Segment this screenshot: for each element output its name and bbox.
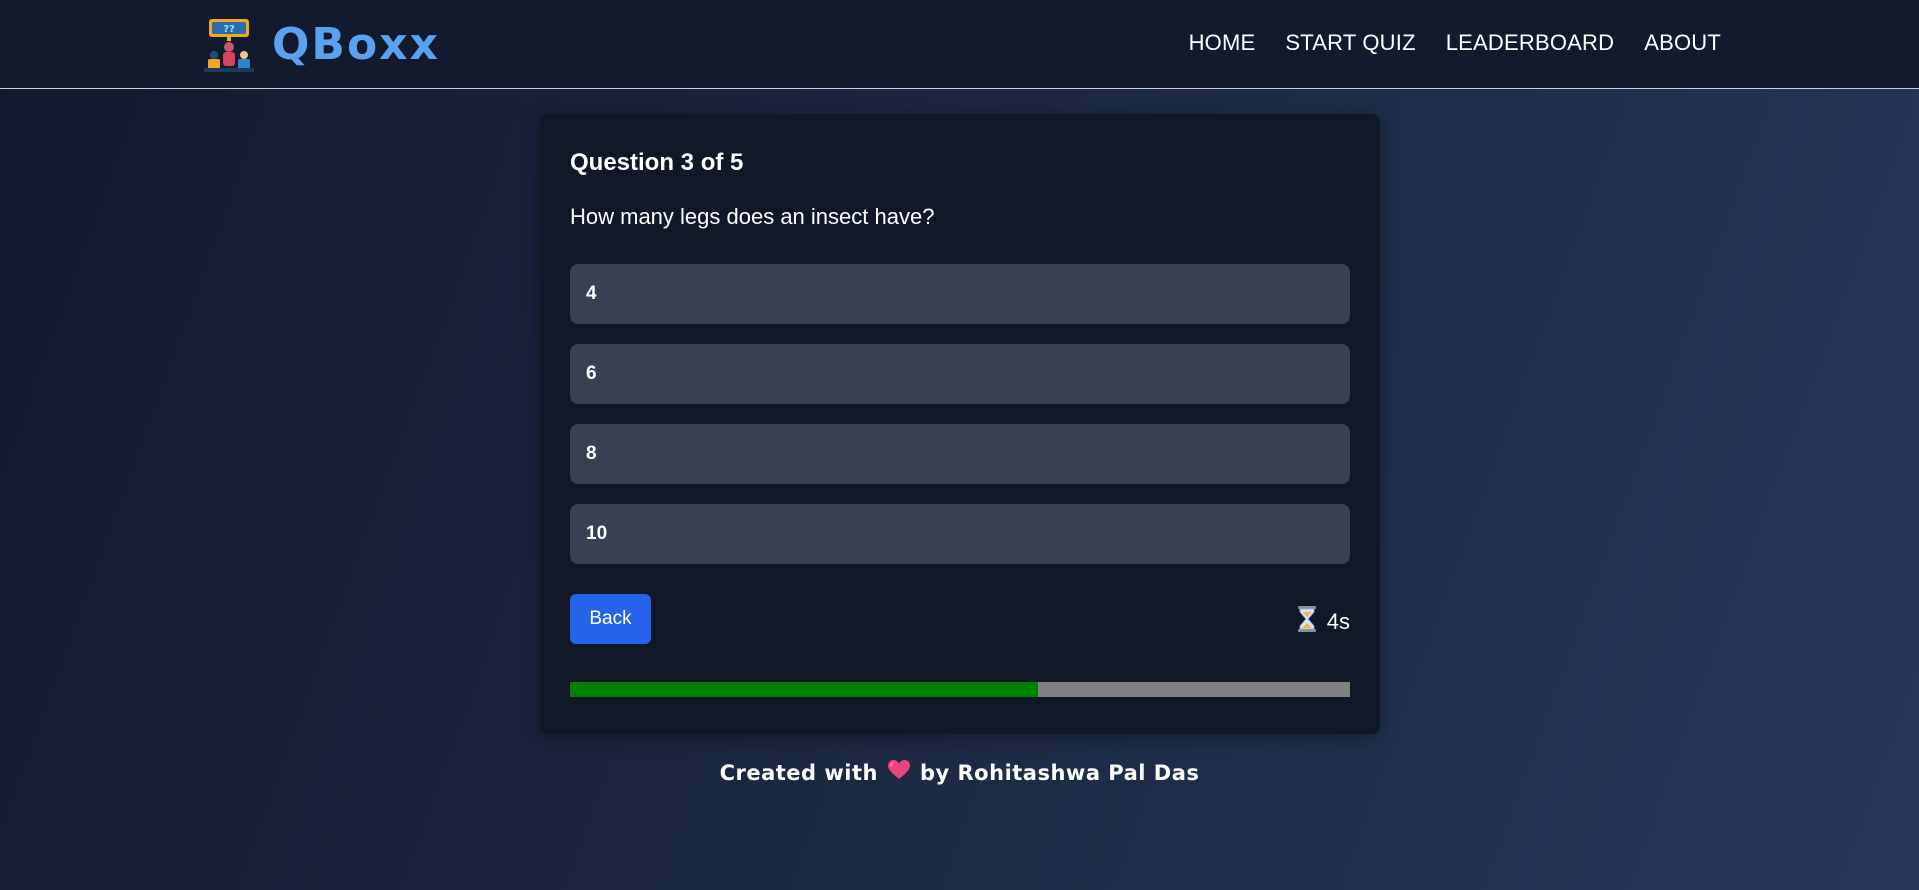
quiz-card: Question 3 of 5 How many legs does an in… <box>540 114 1380 734</box>
brand-name: QBoxx <box>272 19 440 70</box>
footer: Created with by Rohitashwa Pal Das <box>0 760 1919 785</box>
svg-text:??: ?? <box>223 24 235 35</box>
answer-options: 4 6 8 10 <box>570 264 1350 584</box>
back-button[interactable]: Back <box>570 594 651 644</box>
question-counter: Question 3 of 5 <box>570 149 744 176</box>
nav-start-quiz-link[interactable]: START QUIZ <box>1285 30 1415 56</box>
nav-leaderboard-link[interactable]: LEADERBOARD <box>1446 30 1614 56</box>
answer-option-label: 8 <box>586 443 597 464</box>
quiz-host-icon: ?? <box>200 17 258 73</box>
hourglass-icon <box>1297 606 1317 638</box>
answer-option-2[interactable]: 6 <box>570 344 1350 404</box>
answer-option-1[interactable]: 4 <box>570 264 1350 324</box>
answer-option-3[interactable]: 8 <box>570 424 1350 484</box>
timer-text: 4s <box>1326 609 1350 634</box>
question-text: How many legs does an insect have? <box>570 204 935 229</box>
progress-bar-fill <box>570 682 1038 697</box>
footer-prefix: Created with <box>719 760 878 785</box>
navbar: ?? QBoxx HOME START QUIZ LEADERBOARD ABO… <box>0 0 1919 89</box>
brand[interactable]: ?? QBoxx <box>200 16 440 74</box>
answer-option-label: 4 <box>586 283 597 304</box>
footer-author: by Rohitashwa Pal Das <box>919 760 1200 785</box>
nav-about-link[interactable]: ABOUT <box>1644 30 1721 56</box>
timer: 4s <box>1297 606 1350 638</box>
answer-option-4[interactable]: 10 <box>570 504 1350 564</box>
nav-home-link[interactable]: HOME <box>1189 30 1256 56</box>
answer-option-label: 10 <box>586 523 608 544</box>
heart-icon <box>887 760 910 785</box>
nav-menu: HOME START QUIZ LEADERBOARD ABOUT <box>1189 30 1721 56</box>
progress-bar <box>570 682 1350 697</box>
answer-option-label: 6 <box>586 363 597 384</box>
